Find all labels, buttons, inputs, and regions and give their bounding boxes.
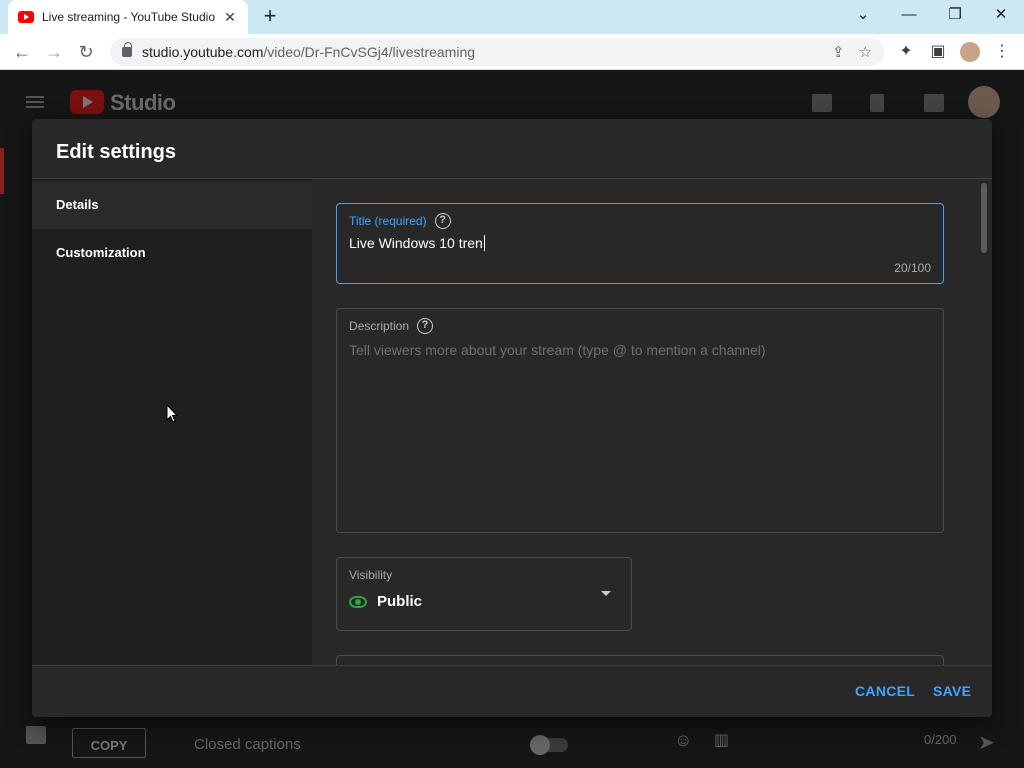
save-button[interactable]: SAVE (933, 683, 971, 699)
feedback-icon[interactable] (26, 726, 46, 744)
visibility-value: Public (349, 593, 422, 610)
bookmark-icon[interactable] (870, 94, 884, 112)
title-char-counter: 20/100 (894, 261, 931, 275)
title-label-text: Title (required) (349, 214, 427, 228)
window-close-icon[interactable]: ✕ (986, 4, 1016, 28)
side-panel-icon[interactable]: ▣ (928, 42, 948, 62)
tab-close-icon[interactable]: ✕ (222, 9, 238, 26)
browser-toolbar: ← → ↻ studio.youtube.com/video/Dr-FnCvSG… (0, 34, 1024, 70)
reload-icon[interactable]: ↻ (74, 40, 98, 64)
url-text: studio.youtube.com/video/Dr-FnCvSGj4/liv… (142, 44, 818, 60)
lock-icon (122, 42, 132, 57)
studio-logo-text: Studio (110, 90, 176, 115)
visibility-label: Visibility (349, 568, 393, 582)
tab-search-chevron-icon[interactable]: ⌄ (848, 4, 878, 28)
tab-title: Live streaming - YouTube Studio (42, 10, 215, 24)
new-tab-plus-icon[interactable]: + (258, 5, 282, 29)
sidebar-item-customization[interactable]: Customization (32, 229, 312, 277)
description-help-icon[interactable]: ? (417, 318, 434, 334)
minimize-icon[interactable]: — (894, 4, 924, 28)
send-icon[interactable]: ➤ (978, 730, 995, 755)
dialog-content: Title (required) ? Live Windows 10 tren … (312, 179, 992, 685)
youtube-favicon-icon (18, 11, 34, 23)
clapperboard-icon[interactable] (812, 94, 832, 112)
text-caret (483, 235, 485, 251)
share-icon[interactable]: ⇪ (832, 43, 845, 61)
url-path: /video/Dr-FnCvSGj4/livestreaming (263, 44, 476, 60)
active-nav-indicator (0, 148, 4, 194)
title-field[interactable]: Title (required) ? Live Windows 10 tren … (336, 203, 944, 284)
chat-char-counter: 0/200 (924, 732, 957, 747)
restore-icon[interactable]: ❐ (940, 4, 970, 28)
browser-tab[interactable]: Live streaming - YouTube Studio ✕ (8, 0, 248, 34)
dialog-footer: CANCEL SAVE (32, 665, 992, 717)
back-arrow-icon[interactable]: ← (10, 40, 34, 64)
copy-button[interactable]: COPY (72, 728, 146, 758)
address-bar[interactable]: studio.youtube.com/video/Dr-FnCvSGj4/liv… (110, 38, 884, 66)
forward-arrow-icon[interactable]: → (42, 40, 66, 64)
sidebar-item-details[interactable]: Details (32, 181, 312, 229)
title-field-label: Title (required) ? (349, 213, 451, 229)
browser-tab-bar: Live streaming - YouTube Studio ✕ + ⌄ — … (0, 0, 1024, 34)
description-field[interactable]: Description ? Tell viewers more about yo… (336, 308, 944, 533)
cancel-button[interactable]: CANCEL (855, 683, 915, 699)
share-arrow-icon[interactable] (924, 94, 944, 112)
eye-icon (349, 595, 367, 608)
profile-avatar[interactable] (960, 42, 980, 62)
description-placeholder: Tell viewers more about your stream (typ… (349, 342, 766, 358)
title-input-value: Live Windows 10 tren (349, 235, 483, 251)
dialog-title: Edit settings (56, 141, 177, 163)
closed-captions-toggle[interactable] (530, 735, 568, 755)
dropdown-arrow-icon (601, 591, 611, 596)
description-label-text: Description (349, 319, 410, 333)
emoji-icon[interactable]: ☺ (674, 730, 692, 751)
visibility-value-text: Public (377, 593, 423, 610)
browser-menu-icon[interactable]: ⋮ (992, 42, 1012, 62)
title-input[interactable]: Live Windows 10 tren (349, 235, 485, 251)
extensions-puzzle-icon[interactable]: ✦ (896, 42, 916, 62)
visibility-select[interactable]: Visibility Public (336, 557, 632, 631)
description-field-label: Description ? (349, 318, 434, 334)
youtube-logo-icon[interactable] (70, 90, 104, 114)
bookmark-star-icon[interactable]: ☆ (859, 43, 872, 61)
title-help-icon[interactable]: ? (434, 213, 451, 229)
hamburger-menu-icon[interactable] (26, 96, 44, 108)
closed-captions-label: Closed captions (194, 736, 301, 753)
dialog-scrollbar[interactable] (981, 183, 987, 253)
url-host: studio.youtube.com (142, 44, 264, 60)
poll-chart-icon[interactable]: ▥ (714, 730, 729, 750)
studio-bottom-bar: COPY Closed captions ☺ ▥ 0/200 ➤ (0, 718, 1024, 768)
channel-avatar[interactable] (968, 86, 1000, 118)
